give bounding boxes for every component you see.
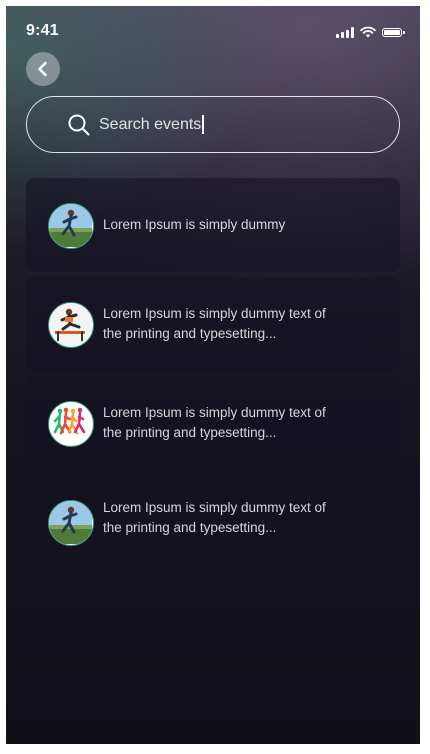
event-title: Lorem Ipsum is simply dummy text of the … <box>103 500 326 535</box>
events-search-screen: 9:41 Search events Lorem Ipsum is simply… <box>6 6 420 744</box>
event-list-item[interactable]: Lorem Ipsum is simply dummy <box>26 178 400 272</box>
search-field-text: Search events <box>99 115 204 134</box>
event-list: Lorem Ipsum is simply dummy Lorem Ipsum … <box>26 178 400 566</box>
back-button[interactable] <box>26 52 60 86</box>
chevron-left-icon <box>38 61 47 77</box>
text-cursor <box>202 115 204 134</box>
search-input[interactable]: Search events <box>26 96 400 153</box>
status-time: 9:41 <box>26 22 59 39</box>
signal-icon <box>336 26 354 38</box>
event-thumbnail <box>48 302 94 348</box>
event-title: Lorem Ipsum is simply dummy text of the … <box>103 306 326 341</box>
search-icon <box>67 113 91 137</box>
event-thumbnail <box>48 500 94 546</box>
event-list-item[interactable]: Lorem Ipsum is simply dummy text of the … <box>26 475 400 561</box>
event-title: Lorem Ipsum is simply dummy <box>103 217 286 232</box>
event-thumbnail <box>48 203 94 249</box>
search-value: Search events <box>99 115 202 133</box>
event-title: Lorem Ipsum is simply dummy text of the … <box>103 405 326 440</box>
battery-icon <box>382 27 405 37</box>
status-bar: 9:41 <box>6 6 420 50</box>
event-list-item[interactable]: Lorem Ipsum is simply dummy text of the … <box>26 376 400 470</box>
status-icons <box>336 26 405 38</box>
wifi-icon <box>360 26 376 38</box>
event-list-item[interactable]: Lorem Ipsum is simply dummy text of the … <box>26 277 400 371</box>
event-thumbnail <box>48 401 94 447</box>
